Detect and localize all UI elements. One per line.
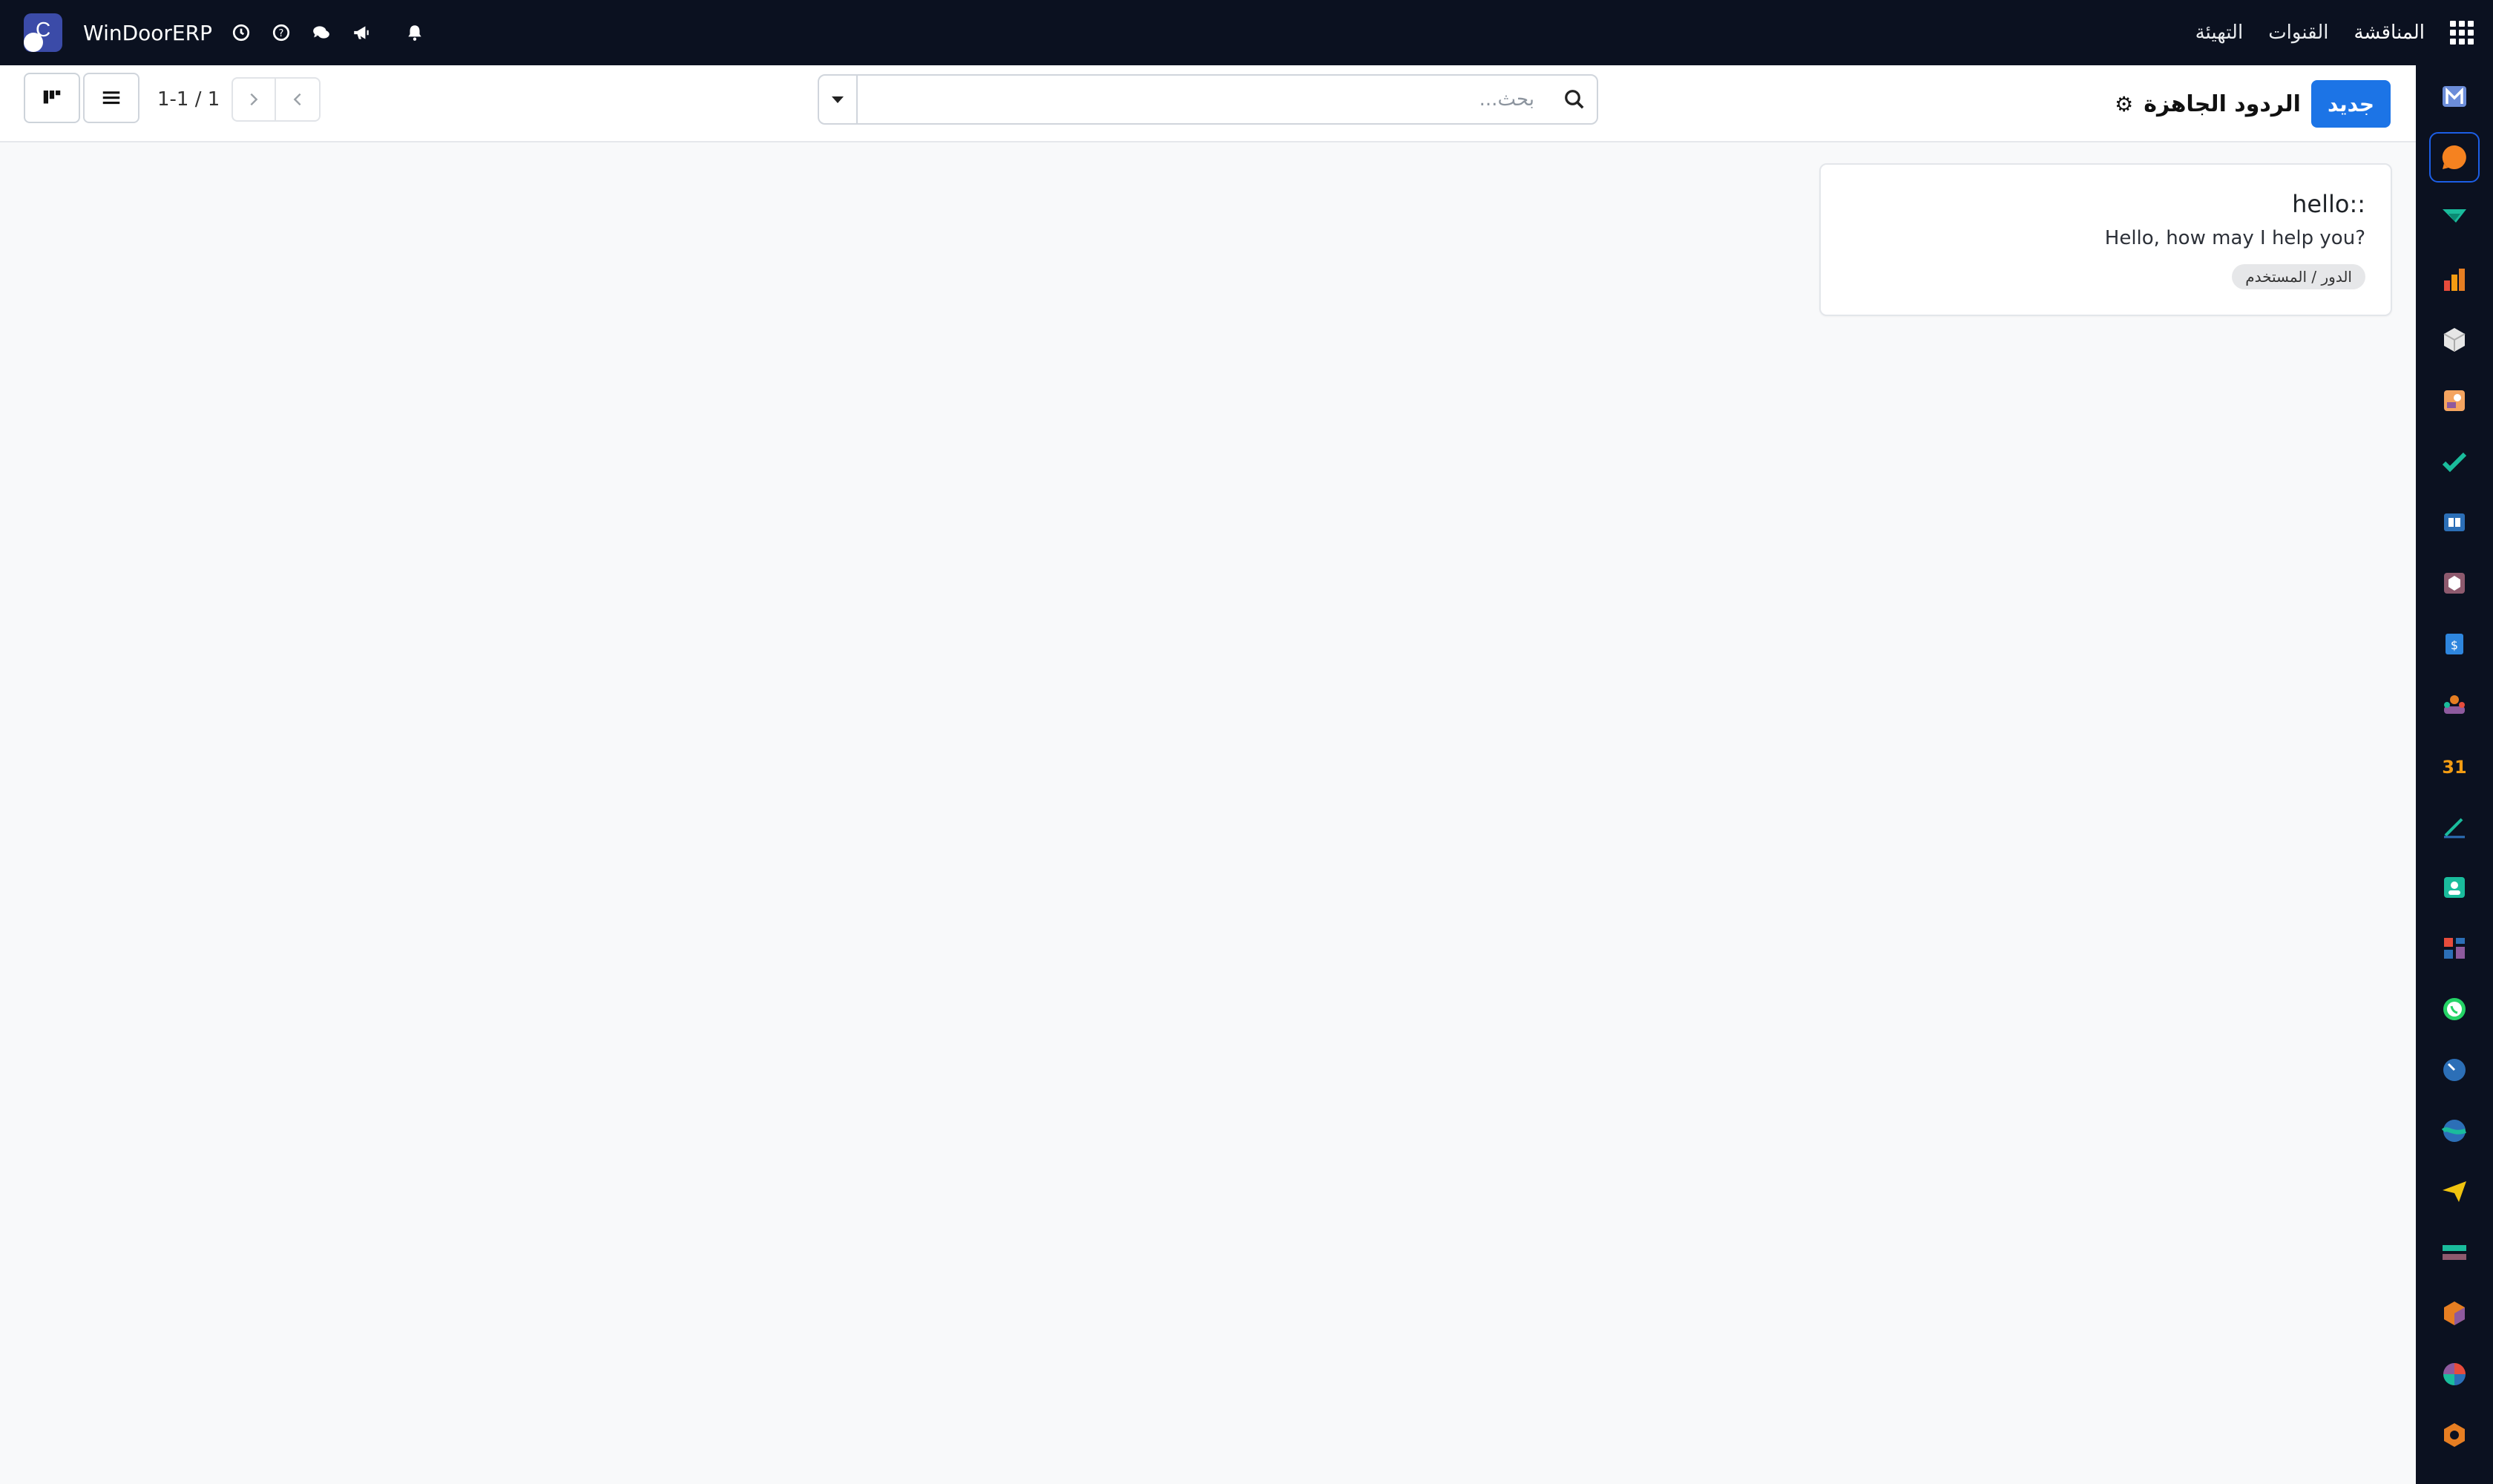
company-logo[interactable] bbox=[24, 13, 62, 52]
search-box bbox=[818, 74, 1598, 125]
product-app-icon[interactable] bbox=[2437, 565, 2472, 601]
crm-app-icon[interactable] bbox=[2437, 687, 2472, 723]
pager-value[interactable]: 1-1 / 1 bbox=[157, 88, 220, 111]
search-icon[interactable] bbox=[1552, 88, 1597, 111]
list-view-button[interactable] bbox=[83, 73, 139, 123]
timeoff-app-icon[interactable] bbox=[2437, 1052, 2472, 1088]
settings-app-icon[interactable] bbox=[2437, 1417, 2472, 1453]
calendar-app-icon[interactable]: 31 bbox=[2437, 748, 2472, 784]
manufacturing-app-icon[interactable] bbox=[2437, 1296, 2472, 1331]
website-app-icon[interactable] bbox=[2437, 1113, 2472, 1149]
systray: WinDoorERP ? bbox=[24, 0, 426, 65]
menu-item-discuss[interactable]: القنوات bbox=[2268, 22, 2328, 44]
app-dock: $ 31 bbox=[2416, 65, 2493, 1484]
canned-response-card[interactable]: hello:: Hello, how may I help you? الدور… bbox=[1819, 163, 2392, 316]
card-shortcut: hello:: bbox=[2292, 190, 2365, 218]
sign-app-icon[interactable] bbox=[2437, 809, 2472, 844]
main-menu: المناقشة القنوات التهيئة bbox=[2195, 0, 2493, 65]
project-app-icon[interactable] bbox=[2437, 444, 2472, 479]
control-panel: جديد الردود الجاهزة ⚙ 1-1 / 1 bbox=[0, 65, 2416, 142]
kanban-icon bbox=[43, 91, 61, 104]
discuss-app-icon[interactable] bbox=[2429, 132, 2480, 183]
caret-down-icon bbox=[832, 96, 844, 103]
svg-text:?: ? bbox=[279, 28, 284, 39]
email-marketing-app-icon[interactable] bbox=[2437, 1174, 2472, 1209]
top-navbar: المناقشة القنوات التهيئة WinDoorERP ? bbox=[0, 0, 2493, 65]
pager-next-button[interactable] bbox=[276, 77, 321, 122]
search-input[interactable] bbox=[858, 76, 1552, 122]
accounting-app-icon[interactable] bbox=[2437, 1235, 2472, 1270]
sales-app-icon[interactable] bbox=[2437, 261, 2472, 297]
svg-text:$: $ bbox=[2451, 638, 2458, 652]
whatsapp-app-icon[interactable] bbox=[2437, 991, 2472, 1027]
contacts-app-icon[interactable] bbox=[2437, 870, 2472, 905]
pager-previous-button[interactable] bbox=[231, 77, 277, 122]
menu-item-channels[interactable]: التهيئة bbox=[2195, 22, 2244, 44]
dashboard-app-icon[interactable] bbox=[2437, 930, 2472, 966]
knowledge-app-icon[interactable] bbox=[2437, 505, 2472, 540]
help-icon[interactable]: ? bbox=[270, 22, 292, 44]
reporting-app-icon[interactable] bbox=[2437, 1356, 2472, 1392]
gear-icon[interactable]: ⚙ bbox=[2115, 92, 2133, 116]
inventory-app-icon[interactable] bbox=[2437, 322, 2472, 358]
chevron-left-icon bbox=[293, 93, 301, 106]
bell-icon[interactable] bbox=[404, 22, 426, 44]
invoice-app-icon[interactable]: $ bbox=[2437, 626, 2472, 662]
chevron-right-icon bbox=[250, 93, 258, 106]
clock-icon[interactable] bbox=[230, 22, 252, 44]
mail-app-icon[interactable] bbox=[2437, 79, 2472, 114]
chat-icon[interactable] bbox=[310, 22, 332, 44]
apps-grid-icon[interactable] bbox=[2450, 21, 2474, 45]
view-switcher bbox=[24, 73, 139, 123]
search-options-toggle[interactable] bbox=[819, 76, 858, 123]
pager: 1-1 / 1 bbox=[157, 77, 321, 122]
employees-app-icon[interactable] bbox=[2437, 383, 2472, 418]
new-button[interactable]: جديد bbox=[2310, 80, 2391, 128]
kanban-view-button[interactable] bbox=[24, 73, 80, 123]
list-icon bbox=[102, 91, 120, 105]
company-name[interactable]: WinDoorERP bbox=[83, 21, 212, 45]
filter-app-icon[interactable] bbox=[2437, 200, 2472, 236]
menu-brand[interactable]: المناقشة bbox=[2354, 22, 2425, 44]
title-block: جديد الردود الجاهزة ⚙ bbox=[2115, 79, 2391, 129]
card-substitution: Hello, how may I help you? bbox=[2104, 227, 2365, 249]
svg-text:31: 31 bbox=[2442, 757, 2466, 778]
card-tag: الدور / المستخدم bbox=[2232, 264, 2365, 289]
page-title[interactable]: الردود الجاهزة bbox=[2144, 91, 2301, 117]
bullhorn-icon[interactable] bbox=[350, 22, 372, 44]
